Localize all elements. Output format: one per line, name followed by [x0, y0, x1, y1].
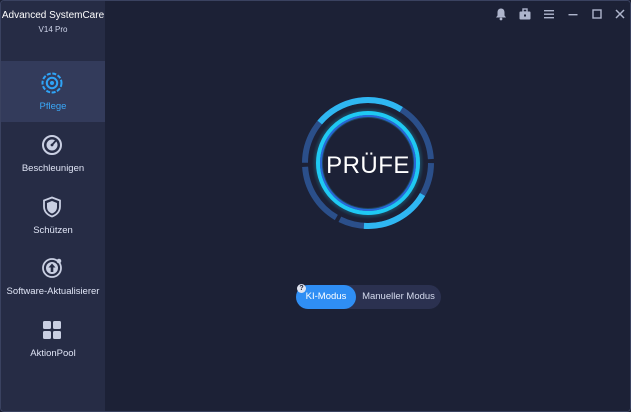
manual-mode-button[interactable]: Manueller Modus	[356, 285, 441, 309]
sidebar-item-aktionpool[interactable]: AktionPool	[1, 308, 105, 369]
update-arrow-icon	[42, 258, 62, 278]
sidebar-item-schuetzen[interactable]: Schützen	[1, 185, 105, 246]
sidebar: Advanced SystemCare V14 Pro Pflege Besch…	[1, 1, 105, 411]
scan-ring: PRÜFE	[300, 95, 436, 231]
minimize-icon[interactable]	[566, 7, 580, 21]
app-version: V14 Pro	[38, 25, 68, 34]
care-gear-icon	[41, 72, 63, 94]
close-icon[interactable]	[613, 7, 627, 21]
notification-bell-icon[interactable]	[494, 7, 508, 21]
app-title: Advanced SystemCare	[1, 10, 105, 21]
toolbox-icon[interactable]	[518, 7, 532, 21]
menu-icon[interactable]	[542, 7, 556, 21]
sidebar-item-pflege[interactable]: Pflege	[1, 61, 105, 122]
sidebar-item-label: AktionPool	[30, 348, 76, 359]
shield-icon	[43, 196, 61, 218]
scan-button-label: PRÜFE	[326, 152, 410, 179]
grid-apps-icon	[43, 321, 61, 339]
speedometer-icon	[42, 135, 62, 155]
sidebar-item-label: Pflege	[39, 101, 67, 112]
help-icon[interactable]: ?	[297, 284, 306, 293]
sidebar-item-label: Software-Aktualisierer	[6, 286, 100, 297]
mode-toggle: KI-Modus Manueller Modus ?	[296, 284, 441, 309]
app-window: Advanced SystemCare V14 Pro Pflege Besch…	[0, 0, 631, 412]
sidebar-item-label: Beschleunigen	[21, 163, 85, 174]
sidebar-item-software-aktualisierer[interactable]: Software-Aktualisierer	[1, 246, 105, 307]
main-panel: PRÜFE KI-Modus Manueller Modus ?	[105, 1, 630, 411]
sidebar-item-label: Schützen	[33, 225, 73, 236]
sidebar-item-beschleunigen[interactable]: Beschleunigen	[1, 123, 105, 184]
maximize-icon[interactable]	[590, 7, 604, 21]
